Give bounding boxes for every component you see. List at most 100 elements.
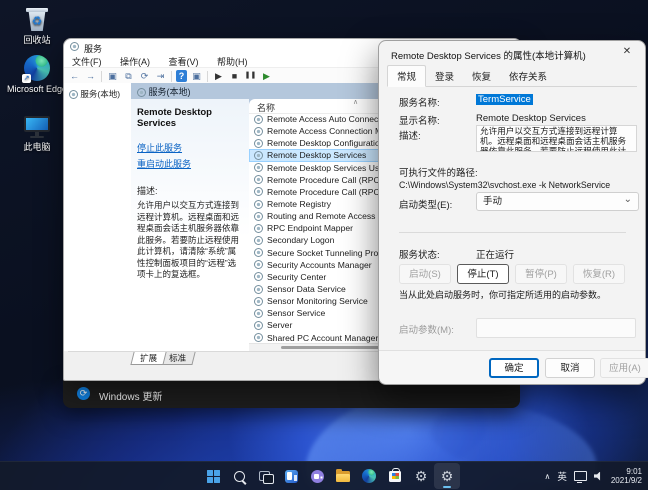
- service-gear-icon: [254, 272, 263, 282]
- service-status-value: 正在运行: [476, 250, 515, 261]
- stop-button[interactable]: 停止(T): [457, 264, 509, 284]
- folder-icon: [336, 468, 350, 482]
- tab-dependencies[interactable]: 依存关系: [500, 66, 556, 86]
- tab-recovery[interactable]: 恢复: [463, 66, 500, 86]
- service-gear-icon: [254, 211, 263, 221]
- refresh-button[interactable]: ⟳: [138, 70, 151, 82]
- desktop-icon-recycle-bin[interactable]: ♻ 回收站: [6, 8, 68, 45]
- back-button[interactable]: ←: [68, 70, 81, 82]
- network-icon[interactable]: [573, 471, 587, 483]
- file-explorer-button[interactable]: [330, 463, 356, 489]
- stop-service-link[interactable]: 停止此服务: [137, 141, 243, 154]
- pause-service-button[interactable]: ❚❚: [244, 70, 257, 82]
- this-pc-icon: [23, 115, 51, 139]
- windows-update-title: Windows 更新: [99, 392, 163, 403]
- chat-button[interactable]: [304, 463, 330, 489]
- show-console-button[interactable]: ▣: [106, 70, 119, 82]
- apply-button[interactable]: 应用(A): [600, 358, 648, 378]
- desktop-icon-label: 此电脑: [23, 142, 51, 152]
- shortcut-arrow-icon: ↗: [22, 74, 31, 83]
- ime-indicator[interactable]: 英: [557, 469, 567, 483]
- service-gear-icon: [254, 235, 263, 245]
- dialog-separator: [399, 232, 626, 233]
- startup-type-label: 启动类型(E):: [399, 200, 453, 211]
- clock-time: 9:01: [626, 466, 642, 476]
- toolbar-separator: [171, 70, 172, 82]
- edge-button[interactable]: [356, 463, 382, 489]
- close-icon[interactable]: ✕: [619, 46, 635, 60]
- desktop-icon-edge[interactable]: ↗ Microsoft Edge: [6, 55, 68, 94]
- service-gear-icon: [254, 223, 263, 233]
- services-node-icon: [137, 88, 146, 98]
- services-app-icon: [70, 42, 79, 51]
- widgets-icon: [284, 469, 298, 483]
- service-gear-icon: [254, 138, 263, 148]
- properties-button[interactable]: ⧉: [122, 70, 135, 82]
- service-name-label: 服务名称:: [399, 98, 440, 109]
- desktop-icon-this-pc[interactable]: 此电脑: [6, 115, 68, 152]
- windows-logo-icon: [206, 469, 220, 483]
- search-button[interactable]: [226, 463, 252, 489]
- stop-service-button[interactable]: ■: [228, 70, 241, 82]
- sort-caret-icon: ∧: [353, 99, 359, 106]
- startup-params-input[interactable]: [476, 318, 636, 338]
- service-status-label: 服务状态:: [399, 250, 440, 261]
- ok-button[interactable]: 确定: [489, 358, 539, 378]
- display-name-value: Remote Desktop Services: [476, 113, 586, 124]
- export-list-button[interactable]: ⇥: [154, 70, 167, 82]
- display-name-label: 显示名称:: [399, 116, 440, 127]
- startup-type-dropdown[interactable]: 手动 ⌄: [476, 192, 639, 211]
- tab-logon[interactable]: 登录: [426, 66, 463, 86]
- service-gear-icon: [254, 308, 263, 318]
- service-gear-icon: [254, 248, 263, 258]
- tab-extended[interactable]: 扩展: [130, 352, 167, 365]
- store-button[interactable]: [382, 463, 408, 489]
- cancel-button[interactable]: 取消: [545, 358, 595, 378]
- scrollbar-thumb[interactable]: [281, 346, 379, 349]
- show-pane-button[interactable]: ▣: [190, 70, 203, 82]
- service-gear-icon: [254, 320, 263, 330]
- toolbar-separator: [207, 70, 208, 82]
- service-gear-icon: [254, 199, 263, 209]
- widgets-button[interactable]: [278, 463, 304, 489]
- help-button[interactable]: ?: [176, 70, 187, 82]
- screen: ♻ 回收站 ↗ Microsoft Edge 此电脑 ⟳ Windows 更新 …: [0, 0, 648, 490]
- tab-general[interactable]: 常规: [387, 65, 427, 87]
- path-value: C:\Windows\System32\svchost.exe -k Netwo…: [399, 180, 611, 190]
- restart-service-button[interactable]: ▶: [260, 70, 273, 82]
- path-label: 可执行文件的路径:: [399, 168, 478, 179]
- pause-button[interactable]: 暂停(P): [515, 264, 567, 284]
- selected-service-title: Remote Desktop Services: [137, 107, 212, 129]
- task-view-icon: [258, 470, 274, 484]
- start-service-button[interactable]: ▶: [212, 70, 225, 82]
- speaker-icon[interactable]: [593, 471, 601, 481]
- dialog-description-label: 描述:: [399, 131, 421, 142]
- tray-chevron-icon[interactable]: ∧: [544, 472, 550, 481]
- service-gear-icon: [254, 296, 263, 306]
- settings-button[interactable]: ⚙: [408, 463, 434, 489]
- service-gear-icon: [254, 163, 263, 173]
- forward-button[interactable]: →: [84, 70, 97, 82]
- start-button[interactable]: [200, 463, 226, 489]
- dialog-description-box[interactable]: 允许用户以交互方式连接到远程计算机。远程桌面和远程桌面会话主机服务器依靠此服务。…: [476, 125, 637, 152]
- startup-params-label: 启动参数(M):: [399, 325, 454, 336]
- start-button[interactable]: 启动(S): [399, 264, 451, 284]
- startup-params-hint: 当从此处启动服务时，你可指定所适用的启动参数。: [399, 290, 607, 300]
- resume-button[interactable]: 恢复(R): [573, 264, 625, 284]
- taskbar-clock[interactable]: 9:01 2021/9/2: [611, 467, 642, 486]
- search-icon: [233, 470, 245, 482]
- edge-icon: ↗: [22, 55, 50, 83]
- desktop-icon-label: 回收站: [23, 35, 51, 45]
- services-taskbar-button[interactable]: ⚙: [434, 463, 460, 489]
- dialog-tabs: 常规 登录 恢复 依存关系: [387, 65, 637, 87]
- windows-update-icon: ⟳: [77, 387, 90, 400]
- service-gear-icon: [254, 175, 263, 185]
- restart-service-link[interactable]: 重启动此服务: [137, 157, 243, 170]
- description-label: 描述:: [137, 186, 158, 196]
- desktop-icon-label: Microsoft Edge: [6, 84, 68, 94]
- service-gear-icon: [254, 260, 263, 270]
- service-name-value[interactable]: TermService: [476, 94, 533, 105]
- clock-date: 2021/9/2: [610, 476, 642, 485]
- tree-root-services-local[interactable]: 服务(本地): [69, 88, 131, 100]
- task-view-button[interactable]: [252, 463, 278, 489]
